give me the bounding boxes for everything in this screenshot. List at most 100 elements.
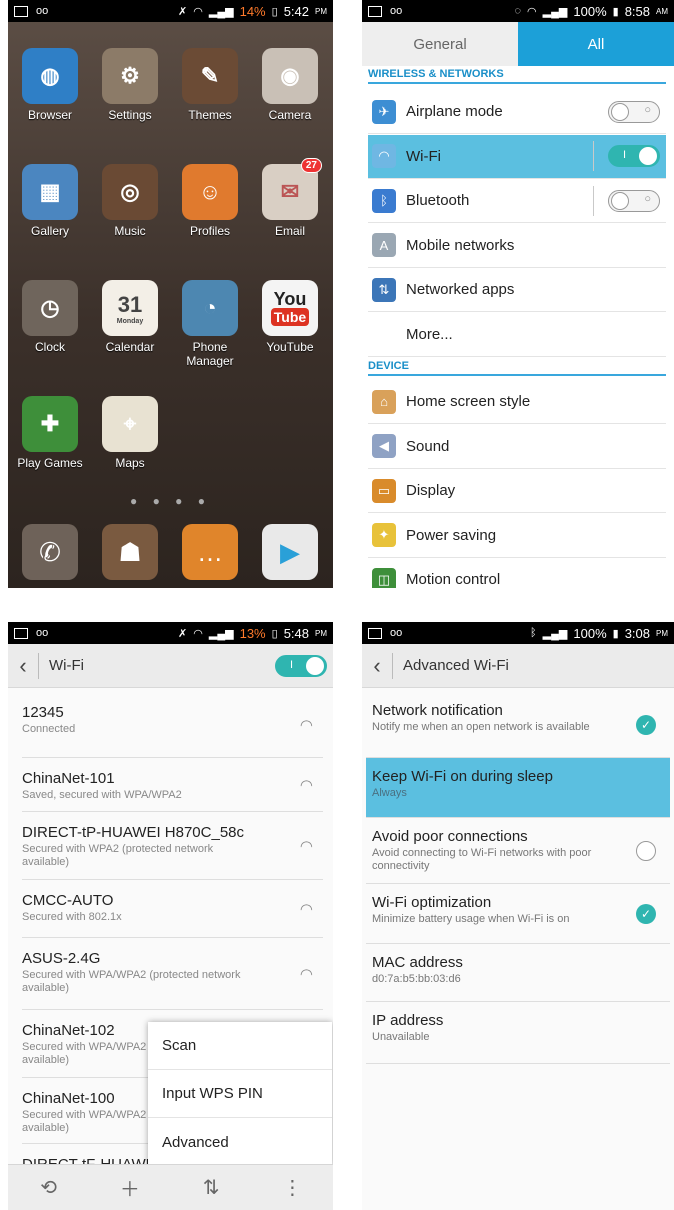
add-icon[interactable]: ＋	[89, 1173, 170, 1202]
network-row[interactable]: ChinaNet-101 Saved, secured with WPA/WPA2…	[22, 758, 323, 812]
play-store-icon[interactable]: ▶	[262, 524, 318, 580]
app-label: Clock	[34, 340, 65, 354]
pencils-icon: ✎	[182, 48, 238, 104]
checkbox-checked-icon[interactable]: ✓	[636, 903, 656, 924]
wifi-master-toggle[interactable]	[275, 654, 327, 677]
vinyl-icon: ◎	[102, 164, 158, 220]
messaging-icon[interactable]: …	[182, 524, 238, 580]
app-youtube[interactable]: You Tube YouTube	[250, 280, 330, 354]
settings-row-networked-apps[interactable]: ⇅ Networked apps	[368, 268, 666, 312]
checkbox-checked-icon[interactable]: ✓	[636, 714, 656, 735]
wps-icon[interactable]: ⟲	[8, 1175, 89, 1200]
toggle-knob	[306, 656, 324, 675]
wifi-signal-icon: ◠	[193, 627, 203, 640]
app-profiles[interactable]: ☺ Profiles	[170, 164, 250, 238]
phone-icon[interactable]: ✆	[22, 524, 78, 580]
settings-row-mobile-networks[interactable]: A Mobile networks	[368, 224, 666, 268]
mute-icon: ✗	[178, 627, 188, 640]
tab-all[interactable]: All	[518, 22, 674, 66]
network-status: Connected	[22, 723, 76, 735]
app-play-games[interactable]: ✚ Play Games	[10, 396, 90, 470]
advanced-row-title: Keep Wi-Fi on during sleep	[372, 768, 553, 785]
advanced-row-summary: d0:7a:b5:bb:03:d6	[372, 973, 461, 985]
wifi-lock-icon: ◠	[299, 837, 313, 855]
app-label: Camera	[268, 108, 312, 122]
settings-row-display[interactable]: ▭ Display	[368, 469, 666, 513]
advanced-row-wi-fi-optimization[interactable]: Wi-Fi optimization Minimize battery usage…	[366, 884, 670, 944]
advanced-row-title: Avoid poor connections	[372, 828, 528, 845]
back-icon[interactable]: ‹	[362, 653, 392, 679]
divider	[593, 185, 594, 216]
app-calendar[interactable]: 31 Monday Calendar	[90, 280, 170, 354]
overflow-icon[interactable]: ⋮	[252, 1175, 333, 1200]
contacts-icon[interactable]: ☗	[102, 524, 158, 580]
gears-icon: ⚙	[102, 48, 158, 104]
mute-icon: ✗	[178, 5, 188, 18]
battery-percent: 14%	[239, 3, 266, 19]
clock-time: 3:08	[624, 625, 650, 641]
wi-fi-toggle[interactable]	[608, 145, 660, 167]
battery-percent: 13%	[239, 625, 266, 641]
wifi-screen: oo ✗ ◠ ▂▄▆ 13% ▯ 5:48 PM ‹ Wi-Fi 12345 Con…	[8, 622, 333, 1210]
clock-ampm: PM	[315, 628, 327, 638]
network-status: Saved, secured with WPA/WPA2	[22, 789, 182, 801]
network-row[interactable]: ASUS-2.4G Secured with WPA/WPA2 (protecte…	[22, 938, 323, 1010]
menu-item-advanced[interactable]: Advanced	[148, 1118, 332, 1166]
settings-row-wi-fi[interactable]: ◠ Wi-Fi	[368, 134, 666, 179]
network-row[interactable]: DIRECT-tP-HUAWEI H870C_58c Secured with W…	[22, 812, 323, 880]
app-settings[interactable]: ⚙ Settings	[90, 48, 170, 122]
advanced-row-ip-address[interactable]: IP address Unavailable	[366, 1002, 670, 1064]
network-row[interactable]: 12345 Connected ◠	[22, 692, 323, 758]
checkbox-unchecked-icon[interactable]	[636, 840, 656, 861]
voicemail-icon: oo	[36, 627, 49, 639]
settings-row-power-saving[interactable]: ✦ Power saving	[368, 514, 666, 558]
settings-row-airplane-mode[interactable]: ✈ Airplane mode	[368, 90, 666, 134]
app-email[interactable]: ✉ 27 Email	[250, 158, 330, 238]
advanced-row-keep-wi-fi-on-during-sleep[interactable]: Keep Wi-Fi on during sleep Always	[366, 758, 670, 818]
speaker-icon: ◀	[372, 434, 396, 458]
airplane-mode-toggle[interactable]	[608, 100, 660, 123]
menu-item-scan[interactable]: Scan	[148, 1022, 332, 1070]
toggle-knob	[611, 102, 629, 121]
calendar-day: 31	[117, 291, 143, 317]
settings-row-label: Home screen style	[406, 393, 531, 410]
calendar-icon: 31 Monday	[102, 280, 158, 336]
gauge-icon: ◔	[182, 280, 238, 336]
wifi-direct-icon[interactable]: ⇅	[171, 1175, 252, 1200]
settings-row-sound[interactable]: ◀ Sound	[368, 425, 666, 469]
settings-screen: oo ◌ ◠ ▂▄▆ 100% ▮ 8:58 AM General All WIR…	[362, 0, 674, 588]
divider	[392, 652, 393, 679]
app-clock[interactable]: ◷ Clock	[10, 280, 90, 354]
status-bar: oo ✗ ◠ ▂▄▆ 14% ▯ 5:42 PM	[8, 0, 333, 22]
wifi-lock-icon: ◠	[299, 716, 313, 734]
battery-percent: 100%	[573, 625, 607, 641]
network-row[interactable]: CMCC-AUTO Secured with 802.1x ◠	[22, 880, 323, 938]
settings-row-label: Networked apps	[406, 281, 515, 298]
back-icon[interactable]: ‹	[8, 653, 38, 679]
app-label: Phone Manager	[186, 340, 234, 368]
advanced-row-avoid-poor-connections[interactable]: Avoid poor connections Avoid connecting t…	[366, 818, 670, 884]
app-maps[interactable]: ⌖ Maps	[90, 396, 170, 470]
tab-general[interactable]: General	[362, 22, 518, 66]
app-themes[interactable]: ✎ Themes	[170, 48, 250, 122]
menu-item-wps-pin[interactable]: Input WPS PIN	[148, 1070, 332, 1118]
settings-row-bluetooth[interactable]: ᛒ Bluetooth	[368, 179, 666, 223]
app-camera[interactable]: ◉ Camera	[250, 48, 330, 122]
settings-row-label: Power saving	[406, 526, 497, 544]
dock: ✆ ☗ … ▶	[8, 518, 333, 588]
app-browser[interactable]: ◍ Browser	[10, 48, 90, 122]
rotate-icon: ◌	[514, 5, 522, 17]
advanced-row-title: Network notification	[372, 702, 503, 719]
app-music[interactable]: ◎ Music	[90, 164, 170, 238]
bluetooth-toggle[interactable]	[608, 189, 660, 212]
gamepad-icon: ✚	[22, 396, 78, 452]
advanced-row-mac-address[interactable]: MAC address d0:7a:b5:bb:03:d6	[366, 944, 670, 1002]
app-phone-manager[interactable]: ◔ Phone Manager	[170, 280, 250, 368]
battery-percent: 100%	[573, 3, 607, 19]
settings-row-motion-control[interactable]: ◫ Motion control	[368, 558, 666, 588]
settings-row-more[interactable]: More...	[368, 313, 666, 357]
advanced-row-summary: Notify me when an open network is availa…	[372, 721, 590, 733]
settings-row-home-screen-style[interactable]: ⌂ Home screen style	[368, 380, 666, 424]
app-gallery[interactable]: ▦ Gallery	[10, 164, 90, 238]
advanced-row-network-notification[interactable]: Network notification Notify me when an op…	[366, 692, 670, 758]
